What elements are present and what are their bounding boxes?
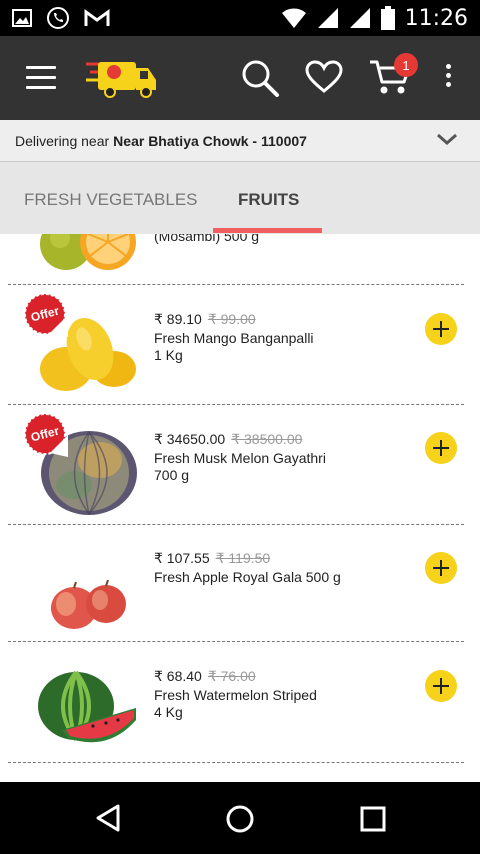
add-icon [433, 440, 449, 456]
product-list[interactable]: (Mosambi) 500 g Offer ₹ 89.10 ₹ 99.00 Fre… [0, 234, 480, 782]
price-line: ₹ 89.10 ₹ 99.00 [154, 311, 256, 328]
recents-icon[interactable] [360, 806, 386, 832]
original-price: ₹ 76.00 [207, 668, 256, 684]
price-line: ₹ 107.55 ₹ 119.50 [154, 550, 270, 567]
product-name: Fresh Apple Royal Gala 500 g [154, 569, 394, 586]
original-price: ₹ 119.50 [215, 550, 271, 566]
watermelon-image [38, 670, 136, 743]
price: ₹ 89.10 [154, 311, 202, 327]
more-vert-icon[interactable] [438, 64, 458, 94]
location-place: Near Bhatiya Chowk - 110007 [113, 132, 307, 149]
list-item[interactable]: Offer ₹ 89.10 ₹ 99.00 Fresh Mango Banganp… [0, 285, 480, 405]
whatsapp-icon [47, 7, 69, 29]
wifi-icon [281, 8, 306, 28]
add-icon [433, 560, 449, 576]
add-icon [433, 678, 449, 694]
product-name: Fresh Musk Melon Gayathri 700 g [154, 450, 394, 484]
signal-icon [349, 8, 370, 28]
offer-badge: Offer [24, 293, 68, 337]
offer-badge: Offer [24, 413, 68, 457]
price-line: ₹ 68.40 ₹ 76.00 [154, 668, 256, 685]
status-bar: 11:26 [0, 0, 480, 36]
mosambi-image [40, 234, 136, 270]
tab-fresh-vegetables[interactable]: FRESH VEGETABLES [24, 190, 198, 210]
location-bar[interactable]: Delivering near Near Bhatiya Chowk - 110… [0, 120, 480, 162]
price: ₹ 34650.00 [154, 431, 226, 447]
app-bar: 1 [0, 36, 480, 120]
product-name: Fresh Watermelon Striped 4 Kg [154, 687, 394, 721]
apple-image [51, 580, 126, 629]
heart-icon[interactable] [305, 60, 343, 94]
product-name: (Mosambi) 500 g [154, 234, 260, 244]
list-item[interactable]: (Mosambi) 500 g [0, 234, 480, 285]
product-qty: 1 Kg [154, 347, 183, 363]
product-title: Fresh Musk Melon Gayathri [154, 450, 326, 466]
price: ₹ 68.40 [154, 668, 202, 684]
product-name: Fresh Mango Banganpalli 1 Kg [154, 330, 394, 364]
product-title: Fresh Apple Royal Gala 500 g [154, 569, 341, 585]
list-item[interactable]: ₹ 107.55 ₹ 119.50 Fresh Apple Royal Gala … [0, 525, 480, 641]
status-time: 11:26 [404, 5, 468, 31]
product-title: Fresh Mango Banganpalli [154, 330, 314, 346]
add-to-cart-button[interactable] [425, 670, 457, 702]
original-price: ₹ 99.00 [207, 311, 256, 327]
category-tabs: FRESH VEGETABLES FRUITS [0, 162, 480, 234]
active-tab-indicator [213, 228, 322, 233]
product-qty: 4 Kg [154, 704, 183, 720]
search-icon[interactable] [240, 58, 280, 98]
menu-icon[interactable] [26, 66, 56, 90]
cart-count-badge: 1 [394, 53, 418, 77]
add-to-cart-button[interactable] [425, 552, 457, 584]
divider [8, 762, 464, 763]
location-prefix: Delivering near [15, 132, 110, 149]
system-nav-bar [0, 782, 480, 854]
battery-icon [380, 6, 395, 30]
add-icon [433, 321, 449, 337]
tab-fruits[interactable]: FRUITS [238, 190, 299, 210]
price-line: ₹ 34650.00 ₹ 38500.00 [154, 431, 302, 448]
chevron-down-icon[interactable] [436, 132, 458, 146]
delivery-truck-logo[interactable] [84, 54, 160, 102]
list-item[interactable]: Offer ₹ 34650.00 ₹ 38500.00 Fresh Musk Me… [0, 405, 480, 525]
product-qty: 700 g [154, 467, 190, 483]
list-item[interactable]: ₹ 68.40 ₹ 76.00 Fresh Watermelon Striped … [0, 642, 480, 762]
signal-icon [317, 8, 338, 28]
add-to-cart-button[interactable] [425, 432, 457, 464]
home-icon[interactable] [225, 804, 255, 834]
product-title: Fresh Watermelon Striped [154, 687, 317, 703]
price: ₹ 107.55 [154, 550, 210, 566]
add-to-cart-button[interactable] [425, 313, 457, 345]
back-icon[interactable] [94, 804, 122, 832]
original-price: ₹ 38500.00 [231, 431, 303, 447]
image-icon [12, 9, 32, 27]
gmail-icon [84, 9, 110, 26]
